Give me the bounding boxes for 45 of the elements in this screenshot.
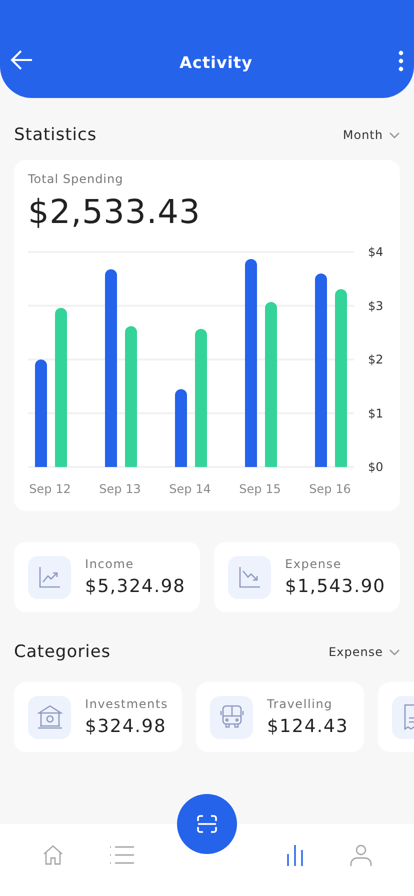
axis-category-label: Sep 13 [99, 482, 141, 496]
category-label: Travelling [267, 697, 334, 711]
trend-down-icon [238, 565, 262, 589]
summary-card[interactable]: Income $5,324.98 [14, 542, 200, 612]
bus-icon [218, 704, 245, 730]
more-options-button[interactable] [398, 50, 404, 72]
home-icon [42, 844, 64, 866]
axis-category-label: Sep 16 [309, 482, 351, 496]
list-icon [109, 845, 136, 865]
summary-amount: $5,324.98 [85, 576, 186, 597]
axis-tick-label: $3 [368, 298, 384, 313]
screen-title: Activity [180, 53, 252, 72]
nav-button[interactable] [284, 844, 305, 866]
summary-card[interactable]: Expense $1,543.90 [214, 542, 400, 612]
category-card[interactable]: Investments $324.98 [14, 682, 182, 752]
period-dropdown[interactable]: Month [342, 128, 400, 142]
section-title: Statistics [14, 125, 97, 145]
back-button[interactable] [10, 48, 34, 72]
bank-icon [36, 704, 62, 730]
profile-icon [350, 844, 372, 866]
category-card[interactable]: Travelling $124.43 [196, 682, 364, 752]
bar-chart-icon [284, 844, 305, 866]
trend-up-icon [38, 565, 62, 589]
axis-category-label: Sep 14 [169, 482, 211, 496]
back-arrow-icon [10, 48, 34, 72]
summary-label: Expense [285, 557, 343, 571]
chevron-down-icon [389, 132, 400, 138]
axis-category-label: Sep 12 [29, 482, 71, 496]
summary-label: Income [85, 557, 135, 571]
category-filter-dropdown[interactable]: Expense [328, 645, 400, 659]
scan-icon [197, 815, 217, 833]
category-amount: $324.98 [85, 716, 168, 737]
axis-tick-label: $1 [368, 406, 384, 420]
total-amount: $2,533.43 [27, 192, 202, 231]
axis-tick-label: $0 [368, 460, 384, 474]
summary-amount: $1,543.90 [285, 576, 386, 597]
section-title: Categories [14, 642, 111, 662]
category-label: Investments [85, 697, 168, 711]
chevron-down-icon [389, 648, 400, 656]
axis-category-label: Sep 15 [239, 482, 281, 496]
more-vertical-icon [398, 50, 404, 72]
category-amount: $124.43 [267, 716, 348, 737]
axis-tick-label: $4 [368, 245, 384, 259]
card-label: Total Spending [27, 172, 124, 186]
axis-tick-label: $2 [368, 352, 384, 366]
